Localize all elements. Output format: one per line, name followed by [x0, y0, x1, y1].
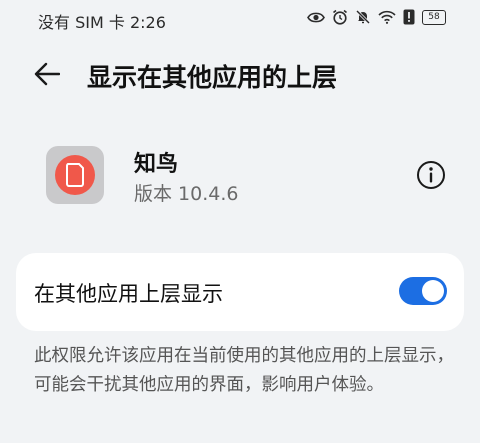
overlay-permission-label: 在其他应用上层显示	[34, 282, 223, 306]
battery-icon: 58	[422, 9, 446, 25]
status-time: 没有 SIM 卡 2:26	[38, 13, 166, 32]
app-name: 知鸟	[134, 152, 179, 177]
warning-icon	[403, 9, 415, 25]
page-header: 显示在其他应用的上层	[0, 50, 480, 98]
app-version: 版本 10.4.6	[134, 183, 239, 205]
page-title: 显示在其他应用的上层	[87, 63, 338, 92]
overlay-permission-card[interactable]: 在其他应用上层显示	[16, 253, 464, 331]
status-icons: 58	[307, 9, 446, 25]
overlay-permission-toggle[interactable]	[399, 277, 447, 305]
app-info: 知鸟 版本 10.4.6	[0, 140, 480, 210]
wifi-icon	[378, 10, 396, 24]
info-icon[interactable]	[416, 160, 446, 190]
alarm-icon	[333, 9, 347, 25]
mute-bell-icon	[355, 9, 371, 25]
permission-description: 此权限允许该应用在当前使用的其他应用的上层显示，可能会干扰其他应用的界面，影响用…	[34, 346, 454, 395]
document-icon	[66, 163, 84, 187]
toggle-knob	[422, 280, 444, 302]
app-icon	[46, 146, 104, 204]
back-arrow-icon[interactable]	[34, 62, 60, 86]
eye-icon	[307, 12, 325, 22]
status-bar: 没有 SIM 卡 2:26 58	[0, 0, 480, 36]
